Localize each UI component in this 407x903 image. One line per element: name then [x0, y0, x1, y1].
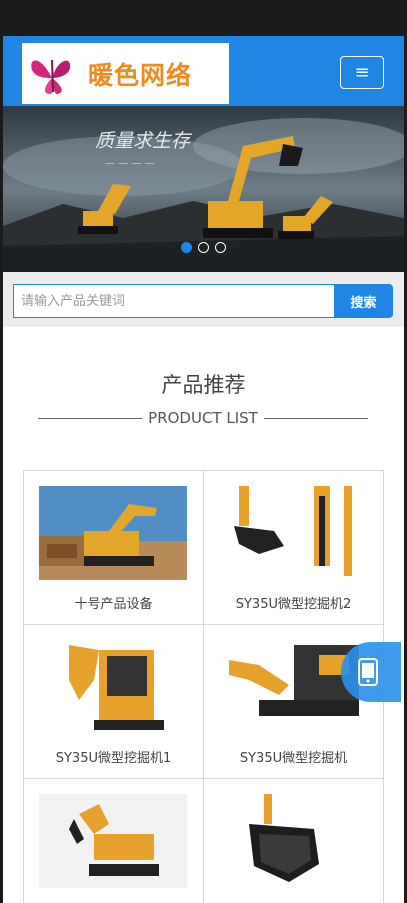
- search-input[interactable]: [13, 284, 335, 318]
- hamburger-icon: ≡: [354, 61, 370, 83]
- product-image: [39, 640, 187, 734]
- carousel-dot-1[interactable]: [181, 242, 192, 253]
- divider-line-right: [263, 417, 368, 419]
- section-subtitle-text: PRODUCT LIST: [148, 409, 258, 427]
- banner-carousel[interactable]: 质量求生存 — — — —: [3, 106, 404, 272]
- section-title: 产品推荐: [161, 373, 246, 397]
- banner-title: 质量求生存: [95, 130, 191, 152]
- product-name: SY35U微型挖掘机: [239, 751, 348, 766]
- search-button[interactable]: 搜索: [334, 284, 393, 318]
- logo-text: 暖色网络: [88, 60, 193, 90]
- contact-float-button[interactable]: [341, 642, 401, 702]
- page: 暖色网络 ≡ 质量求生存 — — — — 请输入产品关键词 搜索 产品推荐 PR…: [3, 36, 404, 903]
- carousel-dots: [181, 242, 226, 253]
- product-card[interactable]: SY35U微型挖掘机2: [203, 470, 384, 625]
- search-bar: 搜索: [3, 272, 404, 327]
- product-name: SY35U微型挖掘机2: [235, 597, 352, 612]
- product-card[interactable]: 十号产品设备: [23, 470, 204, 625]
- product-image: [39, 794, 187, 888]
- product-image: [219, 794, 367, 888]
- product-image: [219, 486, 367, 580]
- product-name: SY35U微型挖掘机1: [55, 751, 172, 766]
- site-header: 暖色网络 ≡: [3, 36, 404, 106]
- product-grid: 十号产品设备 SY35U微型挖掘机2 SY35U微型挖掘机1 SY35U微型挖掘…: [23, 470, 384, 903]
- product-card[interactable]: [203, 778, 384, 903]
- logo[interactable]: 暖色网络: [22, 43, 229, 104]
- mobile-phone-icon: [358, 658, 378, 686]
- butterfly-logo-icon: [31, 59, 71, 94]
- product-name: 十号产品设备: [74, 597, 153, 612]
- divider-line-left: [38, 417, 143, 419]
- product-card[interactable]: [23, 778, 204, 903]
- product-card[interactable]: SY35U微型挖掘机1: [23, 624, 204, 779]
- banner-subtitle: — — — —: [105, 158, 155, 169]
- product-image: [39, 486, 187, 580]
- carousel-dot-2[interactable]: [198, 242, 209, 253]
- section-subtitle: PRODUCT LIST: [38, 409, 368, 427]
- carousel-dot-3[interactable]: [215, 242, 226, 253]
- menu-toggle-button[interactable]: ≡: [340, 56, 384, 89]
